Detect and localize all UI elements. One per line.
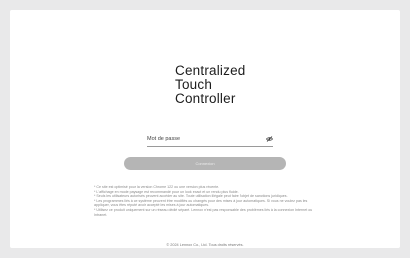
app-title-line-3: Controller (175, 91, 236, 106)
login-button[interactable]: Connexion (124, 157, 286, 170)
app-title: Centralized Touch Controller (175, 64, 315, 106)
app-title-line-2: Touch (175, 77, 213, 92)
password-field (147, 132, 273, 147)
app-title-line-1: Centralized (175, 63, 246, 78)
eye-slash-icon[interactable] (266, 136, 273, 142)
notice-list: * Ce site est optimisé pour la version C… (94, 185, 318, 217)
notice-item: * Utilisez ce produit uniquement sur un … (94, 207, 313, 217)
copyright-text: © 2024 Lennox Co., Ltd. Tous droits rése… (166, 243, 244, 247)
password-input[interactable] (147, 132, 257, 146)
notice-item: * Les programmes liés à ce système peuve… (94, 198, 308, 208)
